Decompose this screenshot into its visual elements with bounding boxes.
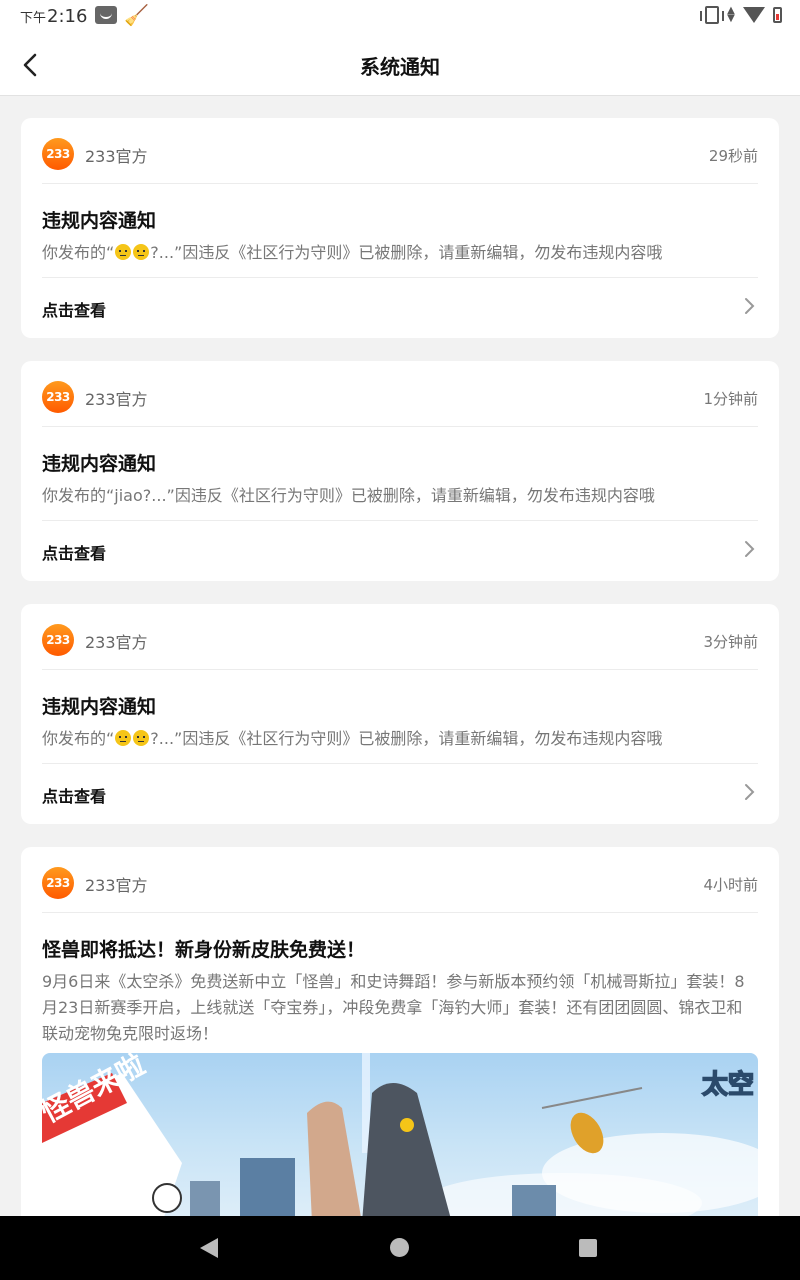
announcement-card[interactable]: 233 233官方 4小时前 怪兽即将抵达！新身份新皮肤免费送！ 9月6日来《太… — [21, 847, 779, 1227]
neutral-emoji-icon — [133, 730, 150, 746]
desc-prefix: 你发布的“ — [42, 243, 115, 262]
status-icons: ▲ ▼ — [700, 5, 782, 24]
desc-prefix: 你发布的“ — [42, 729, 115, 748]
desc-suffix: ?...”因违反《社区行为守则》已被删除，请重新编辑，勿发布违规内容哦 — [150, 243, 663, 262]
status-bar: 下午2:16 🧹 ▲ ▼ — [0, 0, 800, 34]
official-logo: 233 — [42, 381, 74, 413]
neutral-emoji-icon — [115, 730, 132, 746]
status-ampm: 下午 — [20, 11, 47, 26]
view-details-link[interactable]: 点击查看 — [42, 297, 106, 321]
sender-name: 233官方 — [85, 876, 148, 895]
sender-name: 233官方 — [85, 390, 148, 409]
sender-name: 233官方 — [85, 633, 148, 652]
page-title: 系统通知 — [360, 55, 440, 79]
notification-time: 1分钟前 — [703, 390, 758, 408]
status-clock: 2:16 — [47, 6, 88, 27]
notification-title: 违规内容通知 — [42, 696, 157, 718]
divider — [42, 669, 758, 670]
chevron-right-icon[interactable] — [744, 297, 758, 317]
view-details-link[interactable]: 点击查看 — [42, 540, 106, 564]
notification-time: 29秒前 — [708, 147, 758, 165]
view-details-link[interactable]: 点击查看 — [42, 783, 106, 807]
battery-icon — [773, 7, 782, 23]
divider — [42, 520, 758, 521]
divider — [42, 277, 758, 278]
card-header: 233 233官方 4小时前 — [21, 847, 779, 913]
announcement-desc: 9月6日来《太空杀》免费送新中立「怪兽」和史诗舞蹈！参与新版本预约领「机械哥斯拉… — [42, 972, 745, 1043]
notification-time: 3分钟前 — [703, 633, 758, 651]
nav-home-icon[interactable] — [390, 1238, 409, 1257]
notification-title: 违规内容通知 — [42, 453, 157, 475]
app-header: 系统通知 — [0, 34, 800, 96]
desc-suffix: ?...”因违反《社区行为守则》已被删除，请重新编辑，勿发布违规内容哦 — [150, 729, 663, 748]
notification-card: 233 233官方 3分钟前 违规内容通知 你发布的“ ?...”因违反《社区行为… — [21, 604, 779, 824]
vibrate-icon — [700, 6, 724, 24]
official-logo: 233 — [42, 867, 74, 899]
wifi-icon — [743, 7, 765, 23]
notification-card: 233 233官方 29秒前 违规内容通知 你发布的“ ?...”因违反《社区行为… — [21, 118, 779, 338]
divider — [42, 183, 758, 184]
expressionless-emoji-icon — [115, 244, 132, 260]
cleaner-notification-icon: 🧹 — [124, 3, 149, 27]
data-arrows-icon: ▲ ▼ — [727, 5, 735, 24]
card-header: 233 233官方 1分钟前 — [21, 361, 779, 427]
announcement-banner-image[interactable]: 太空 怪兽来啦 — [42, 1053, 758, 1223]
official-logo: 233 — [42, 624, 74, 656]
chevron-right-icon[interactable] — [744, 540, 758, 560]
banner-artwork: 太空 怪兽来啦 — [42, 1053, 758, 1223]
chevron-right-icon[interactable] — [744, 783, 758, 803]
system-nav-bar — [0, 1216, 800, 1280]
official-logo: 233 — [42, 138, 74, 170]
nav-recents-icon[interactable] — [579, 1239, 597, 1257]
card-header: 233 233官方 29秒前 — [21, 118, 779, 184]
notification-desc: 你发布的“ ?...”因违反《社区行为守则》已被删除，请重新编辑，勿发布违规内容哦 — [42, 240, 758, 266]
notification-title: 违规内容通知 — [42, 210, 157, 232]
divider — [42, 763, 758, 764]
notification-time: 4小时前 — [703, 876, 758, 894]
announcement-title: 怪兽即将抵达！新身份新皮肤免费送！ — [42, 939, 366, 961]
divider — [42, 426, 758, 427]
divider — [42, 912, 758, 913]
sender-name: 233官方 — [85, 147, 148, 166]
notification-desc: 你发布的“jiao?...”因违反《社区行为守则》已被删除，请重新编辑，勿发布违… — [42, 486, 655, 505]
nav-back-icon[interactable] — [200, 1238, 218, 1258]
neutral-emoji-icon — [133, 244, 150, 260]
notification-desc: 你发布的“ ?...”因违反《社区行为守则》已被删除，请重新编辑，勿发布违规内容哦 — [42, 726, 758, 752]
notification-card: 233 233官方 1分钟前 违规内容通知 你发布的“jiao?...”因违反《… — [21, 361, 779, 581]
status-time: 下午2:16 — [20, 6, 87, 27]
card-header: 233 233官方 3分钟前 — [21, 604, 779, 670]
banner-brand-text: 太空 — [702, 1069, 754, 1100]
store-notification-icon — [95, 6, 117, 24]
